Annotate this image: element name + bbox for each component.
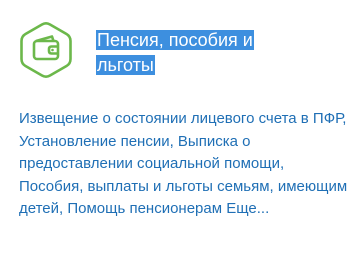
category-services-list[interactable]: Извещение о состоянии лицевого счета в П… [19,110,347,217]
wallet-icon[interactable] [16,20,76,80]
category-title-link[interactable]: Пенсия, пособия и льготы [96,28,306,78]
category-description: Извещение о состоянии лицевого счета в П… [19,108,349,221]
more-link[interactable]: Еще... [226,200,269,217]
category-title: Пенсия, пособия и льготы [96,30,254,75]
service-category-card: Пенсия, пособия и льготы Извещение о сос… [0,0,356,269]
